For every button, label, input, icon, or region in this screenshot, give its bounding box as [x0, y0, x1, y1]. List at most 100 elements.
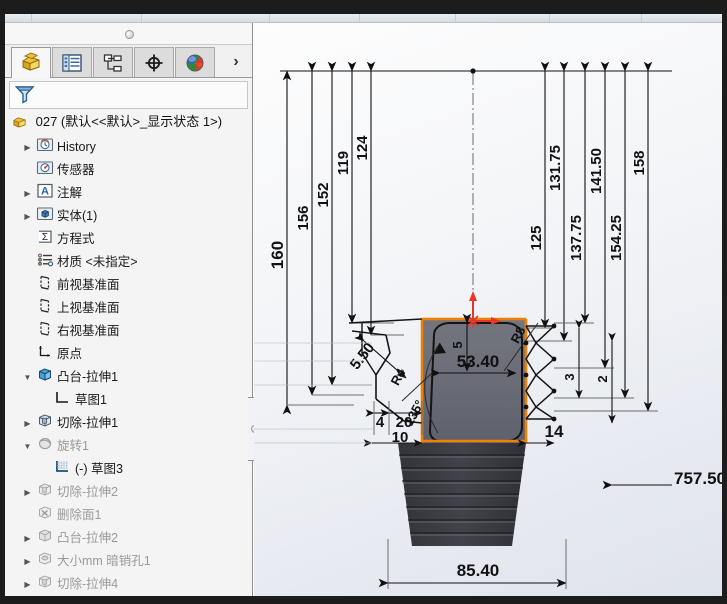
expand-arrow-icon[interactable]: ▶	[21, 412, 34, 435]
sketch-icon	[54, 389, 72, 412]
tree-item-equations[interactable]: Σ 方程式	[5, 228, 252, 251]
expand-arrow-icon[interactable]: ▶	[21, 550, 34, 573]
tree-item-label: 右视基准面	[57, 324, 120, 338]
cad-drawing: 160 156 152 119 124 125 131.75 137.75 14…	[254, 61, 722, 589]
yellow-block-icon	[22, 52, 40, 71]
feature-tree: ▶ History 传感器 ▶ A 注解 ▶ 实体(1) Σ 方程式 材质 <未…	[5, 136, 252, 596]
document-title-row[interactable]: 027 (默认<<默认>_显示状态 1>)	[5, 109, 252, 134]
dimension-75750: 757.50	[674, 469, 722, 488]
tree-item-sensors[interactable]: 传感器	[5, 159, 252, 182]
tab-feature-manager[interactable]	[11, 47, 51, 78]
expand-arrow-icon[interactable]: ▶	[21, 573, 34, 596]
dimension-5: 5	[450, 341, 465, 348]
tree-item-cut-extrude-2[interactable]: ▶ 切除-拉伸2	[5, 481, 252, 504]
tree-item-label: 凸台-拉伸2	[57, 531, 119, 545]
tree-item-revolve-1[interactable]: ▼ 旋转1	[5, 435, 252, 458]
tree-item-solid-bodies[interactable]: ▶ 实体(1)	[5, 205, 252, 228]
cut-extrude-icon	[36, 573, 54, 596]
dimension-13175: 131.75	[547, 145, 564, 191]
expand-arrow-icon[interactable]: ▶	[21, 205, 34, 228]
dimension-14150: 141.50	[588, 148, 605, 194]
dimension-3: 3	[562, 373, 577, 380]
svg-text:A: A	[41, 186, 49, 198]
expand-arrow-icon[interactable]: ▶	[21, 136, 34, 159]
part-icon	[11, 113, 28, 138]
revolve-icon	[36, 435, 54, 458]
dimension-156: 156	[295, 205, 312, 230]
tree-item-label: 删除面1	[57, 508, 102, 522]
tree-item-boss-extrude-2[interactable]: ▶ 凸台-拉伸2	[5, 527, 252, 550]
dimension-4: 4	[376, 414, 385, 431]
dimension-124: 124	[354, 135, 371, 161]
dimension-158: 158	[631, 150, 648, 175]
tree-item-top-plane[interactable]: 上视基准面	[5, 297, 252, 320]
feature-filter-bar[interactable]	[9, 81, 248, 109]
tree-item-label: 切除-拉伸4	[57, 577, 119, 591]
tab-overflow-chevron[interactable]: ›	[227, 53, 245, 71]
collapse-arrow-icon[interactable]: ▼	[21, 366, 34, 389]
color-sphere-icon	[186, 54, 204, 71]
tree-item-label: 大小mm 暗销孔1	[57, 554, 151, 568]
panel-collapse-bar[interactable]	[5, 23, 252, 45]
tree-item-history[interactable]: ▶ History	[5, 136, 252, 159]
history-folder-icon	[36, 136, 54, 159]
tree-item-sketch-3[interactable]: (-) 草图3	[5, 458, 252, 481]
sketch-icon	[54, 458, 72, 481]
tree-item-delete-face-1[interactable]: 删除面1	[5, 504, 252, 527]
material-icon	[36, 251, 54, 274]
tree-item-front-plane[interactable]: 前视基准面	[5, 274, 252, 297]
panel-pin-dot[interactable]	[124, 30, 134, 39]
document-title-label: 027 (默认<<默认>_显示状态 1>)	[35, 114, 223, 129]
cut-extrude-icon	[36, 481, 54, 504]
feature-manager-panel: › 027 (默认<<默认>_显示状态 1>) ▶ History 传感器 ▶ …	[5, 23, 253, 596]
tree-item-label: 实体(1)	[57, 209, 98, 223]
expand-arrow-icon[interactable]: ▶	[21, 527, 34, 550]
tree-item-boss-extrude-1[interactable]: ▼ 凸台-拉伸1	[5, 366, 252, 389]
tree-item-label: 切除-拉伸1	[57, 416, 119, 430]
dimension-152: 152	[315, 182, 332, 207]
solidworks-window: › 027 (默认<<默认>_显示状态 1>) ▶ History 传感器 ▶ …	[0, 0, 727, 604]
expand-arrow-icon[interactable]: ▶	[21, 481, 34, 504]
tree-item-origin[interactable]: 原点	[5, 343, 252, 366]
top-toolbar-strip	[5, 14, 722, 23]
graphics-area[interactable]: 160 156 152 119 124 125 131.75 137.75 14…	[254, 23, 722, 596]
list-panel-icon	[62, 53, 82, 72]
dimension-2: 2	[595, 375, 610, 382]
dimension-119: 119	[335, 151, 352, 175]
dimension-14: 14	[545, 422, 564, 441]
tree-item-right-plane[interactable]: 右视基准面	[5, 320, 252, 343]
panel-tab-bar: ›	[5, 45, 252, 78]
dimension-5340: 53.40	[457, 352, 500, 371]
hole-wizard-icon	[36, 550, 54, 573]
tree-item-label: 原点	[57, 347, 83, 361]
dimension-13775: 137.75	[568, 215, 585, 261]
tree-item-label: 草图1	[75, 393, 107, 407]
tree-item-material[interactable]: 材质 <未指定>	[5, 251, 252, 274]
tree-item-hole-wizard-1[interactable]: ▶ 大小mm 暗销孔1	[5, 550, 252, 573]
solid-bodies-icon	[36, 205, 54, 228]
delete-face-icon	[36, 504, 54, 527]
tree-item-cut-extrude-1[interactable]: ▶ 切除-拉伸1	[5, 412, 252, 435]
crosshair-icon	[145, 54, 163, 71]
dimension-550: 5.50	[347, 339, 378, 372]
collapse-arrow-icon[interactable]: ▼	[21, 435, 34, 458]
tab-property-manager[interactable]	[52, 47, 92, 77]
serration-profile	[525, 325, 557, 420]
boss-extrude-icon	[36, 527, 54, 550]
tree-item-sketch-1[interactable]: 草图1	[5, 389, 252, 412]
boss-extrude-icon	[36, 366, 54, 389]
expand-arrow-icon[interactable]: ▶	[21, 182, 34, 205]
tab-configuration-manager[interactable]	[93, 47, 133, 77]
tab-dimxpert-manager[interactable]	[134, 47, 174, 77]
origin-icon	[36, 343, 54, 366]
tree-item-annotations[interactable]: ▶ A 注解	[5, 182, 252, 205]
sensor-folder-icon	[36, 159, 54, 182]
svg-text:Σ: Σ	[42, 232, 48, 243]
plane-icon	[36, 297, 54, 320]
tree-item-label: 材质 <未指定>	[57, 255, 138, 269]
lower-stack-body	[398, 443, 526, 546]
dimension-8540: 85.40	[457, 561, 500, 580]
tree-item-cut-extrude-4[interactable]: ▶ 切除-拉伸4	[5, 573, 252, 596]
plane-icon	[36, 320, 54, 343]
tab-display-manager[interactable]	[175, 47, 215, 77]
